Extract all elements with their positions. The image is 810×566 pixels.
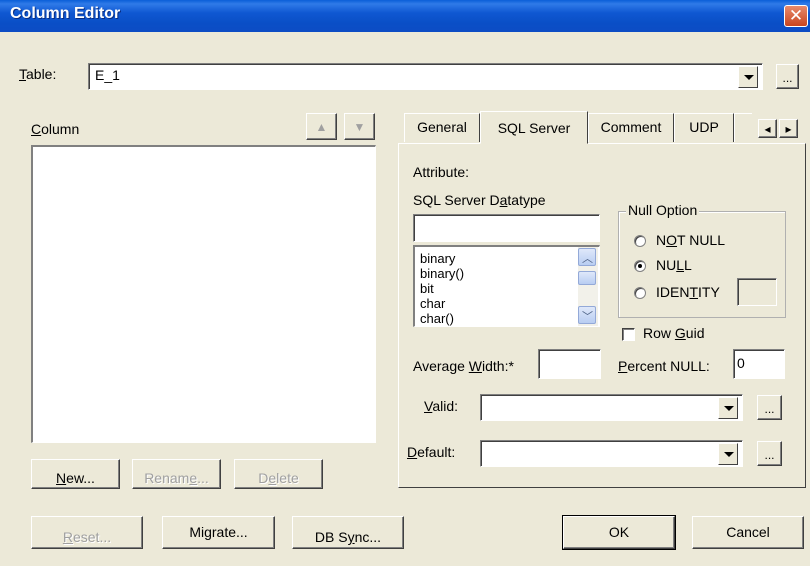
- scroll-thumb[interactable]: [578, 271, 596, 285]
- move-up-icon: ▲: [315, 120, 328, 134]
- tab-scroll-right-button[interactable]: ▸: [779, 119, 798, 138]
- tab-general[interactable]: General: [404, 113, 480, 142]
- not-null-radio[interactable]: [634, 235, 646, 247]
- title-bar: Column Editor ✕: [0, 0, 810, 32]
- average-width-input[interactable]: [538, 349, 601, 379]
- table-select[interactable]: E_1: [88, 63, 763, 90]
- attribute-label: Attribute:: [413, 164, 470, 180]
- tab-sql-server[interactable]: SQL Server: [480, 111, 588, 144]
- move-up-button[interactable]: ▲: [306, 113, 337, 140]
- delete-button[interactable]: Delete: [234, 459, 323, 489]
- table-value: E_1: [95, 67, 120, 83]
- db-sync-button[interactable]: DB Sync...: [292, 516, 404, 549]
- percent-null-input[interactable]: 0: [733, 349, 785, 379]
- close-icon: ✕: [788, 6, 804, 25]
- table-browse-button[interactable]: ...: [776, 64, 799, 89]
- datatype-input[interactable]: [413, 214, 600, 242]
- default-label: Default:: [407, 444, 456, 460]
- cancel-button[interactable]: Cancel: [692, 516, 804, 549]
- scroll-down-button[interactable]: ﹀: [578, 306, 596, 324]
- default-browse-button[interactable]: ...: [757, 441, 782, 466]
- ok-button[interactable]: OK: [562, 515, 676, 550]
- chevron-down-icon[interactable]: [738, 66, 758, 88]
- list-item[interactable]: char: [417, 296, 464, 311]
- tab-partial[interactable]: [734, 113, 752, 142]
- null-label: NULL: [656, 257, 692, 273]
- identity-radio[interactable]: [634, 287, 646, 299]
- list-item[interactable]: char(): [417, 311, 464, 326]
- identity-field[interactable]: [737, 278, 777, 306]
- tab-comment[interactable]: Comment: [588, 113, 674, 142]
- valid-browse-button[interactable]: ...: [757, 395, 782, 420]
- column-label: Column: [31, 121, 80, 137]
- datatype-scrollbar[interactable]: ︿ ﹀: [578, 247, 598, 326]
- tab-scroll-left-button[interactable]: ◂: [758, 119, 777, 138]
- tab-udp[interactable]: UDP: [674, 113, 734, 142]
- move-down-icon: ▼: [353, 120, 366, 134]
- list-item[interactable]: binary: [417, 251, 464, 266]
- null-option-label: Null Option: [626, 202, 700, 218]
- rename-button[interactable]: Rename...: [132, 459, 221, 489]
- chevron-down-icon[interactable]: [718, 397, 738, 419]
- valid-select[interactable]: [480, 394, 743, 421]
- row-guid-label: Row Guid: [643, 325, 705, 341]
- row-guid-checkbox[interactable]: [622, 328, 635, 341]
- new-button[interactable]: New...: [31, 459, 120, 489]
- column-list[interactable]: [31, 145, 376, 443]
- chevron-down-icon[interactable]: [718, 443, 738, 465]
- chevron-right-icon: ▸: [785, 122, 792, 136]
- list-item[interactable]: bit: [417, 281, 464, 296]
- datatype-label: SQL Server Datatype: [413, 192, 546, 208]
- migrate-button[interactable]: Migrate...: [162, 516, 275, 549]
- valid-label: Valid:: [424, 398, 458, 414]
- not-null-label: NOT NULL: [656, 232, 725, 248]
- window-title: Column Editor: [10, 5, 121, 22]
- reset-button[interactable]: Reset...: [31, 516, 143, 549]
- list-item[interactable]: binary(): [417, 266, 464, 281]
- move-down-button[interactable]: ▼: [344, 113, 375, 140]
- percent-null-label: Percent NULL:: [618, 358, 710, 374]
- default-select[interactable]: [480, 440, 743, 467]
- average-width-label: Average Width:*: [413, 358, 514, 374]
- chevron-down-icon: ﹀: [582, 311, 593, 323]
- table-label: Table:: [19, 66, 57, 82]
- scroll-up-button[interactable]: ︿: [578, 248, 596, 266]
- identity-label: IDENTITY: [656, 284, 720, 300]
- chevron-up-icon: ︿: [582, 253, 593, 265]
- datatype-list[interactable]: binary binary() bit char char() ︿ ﹀: [413, 245, 600, 327]
- close-button[interactable]: ✕: [784, 5, 808, 27]
- null-radio[interactable]: [634, 260, 646, 272]
- chevron-left-icon: ◂: [764, 122, 771, 136]
